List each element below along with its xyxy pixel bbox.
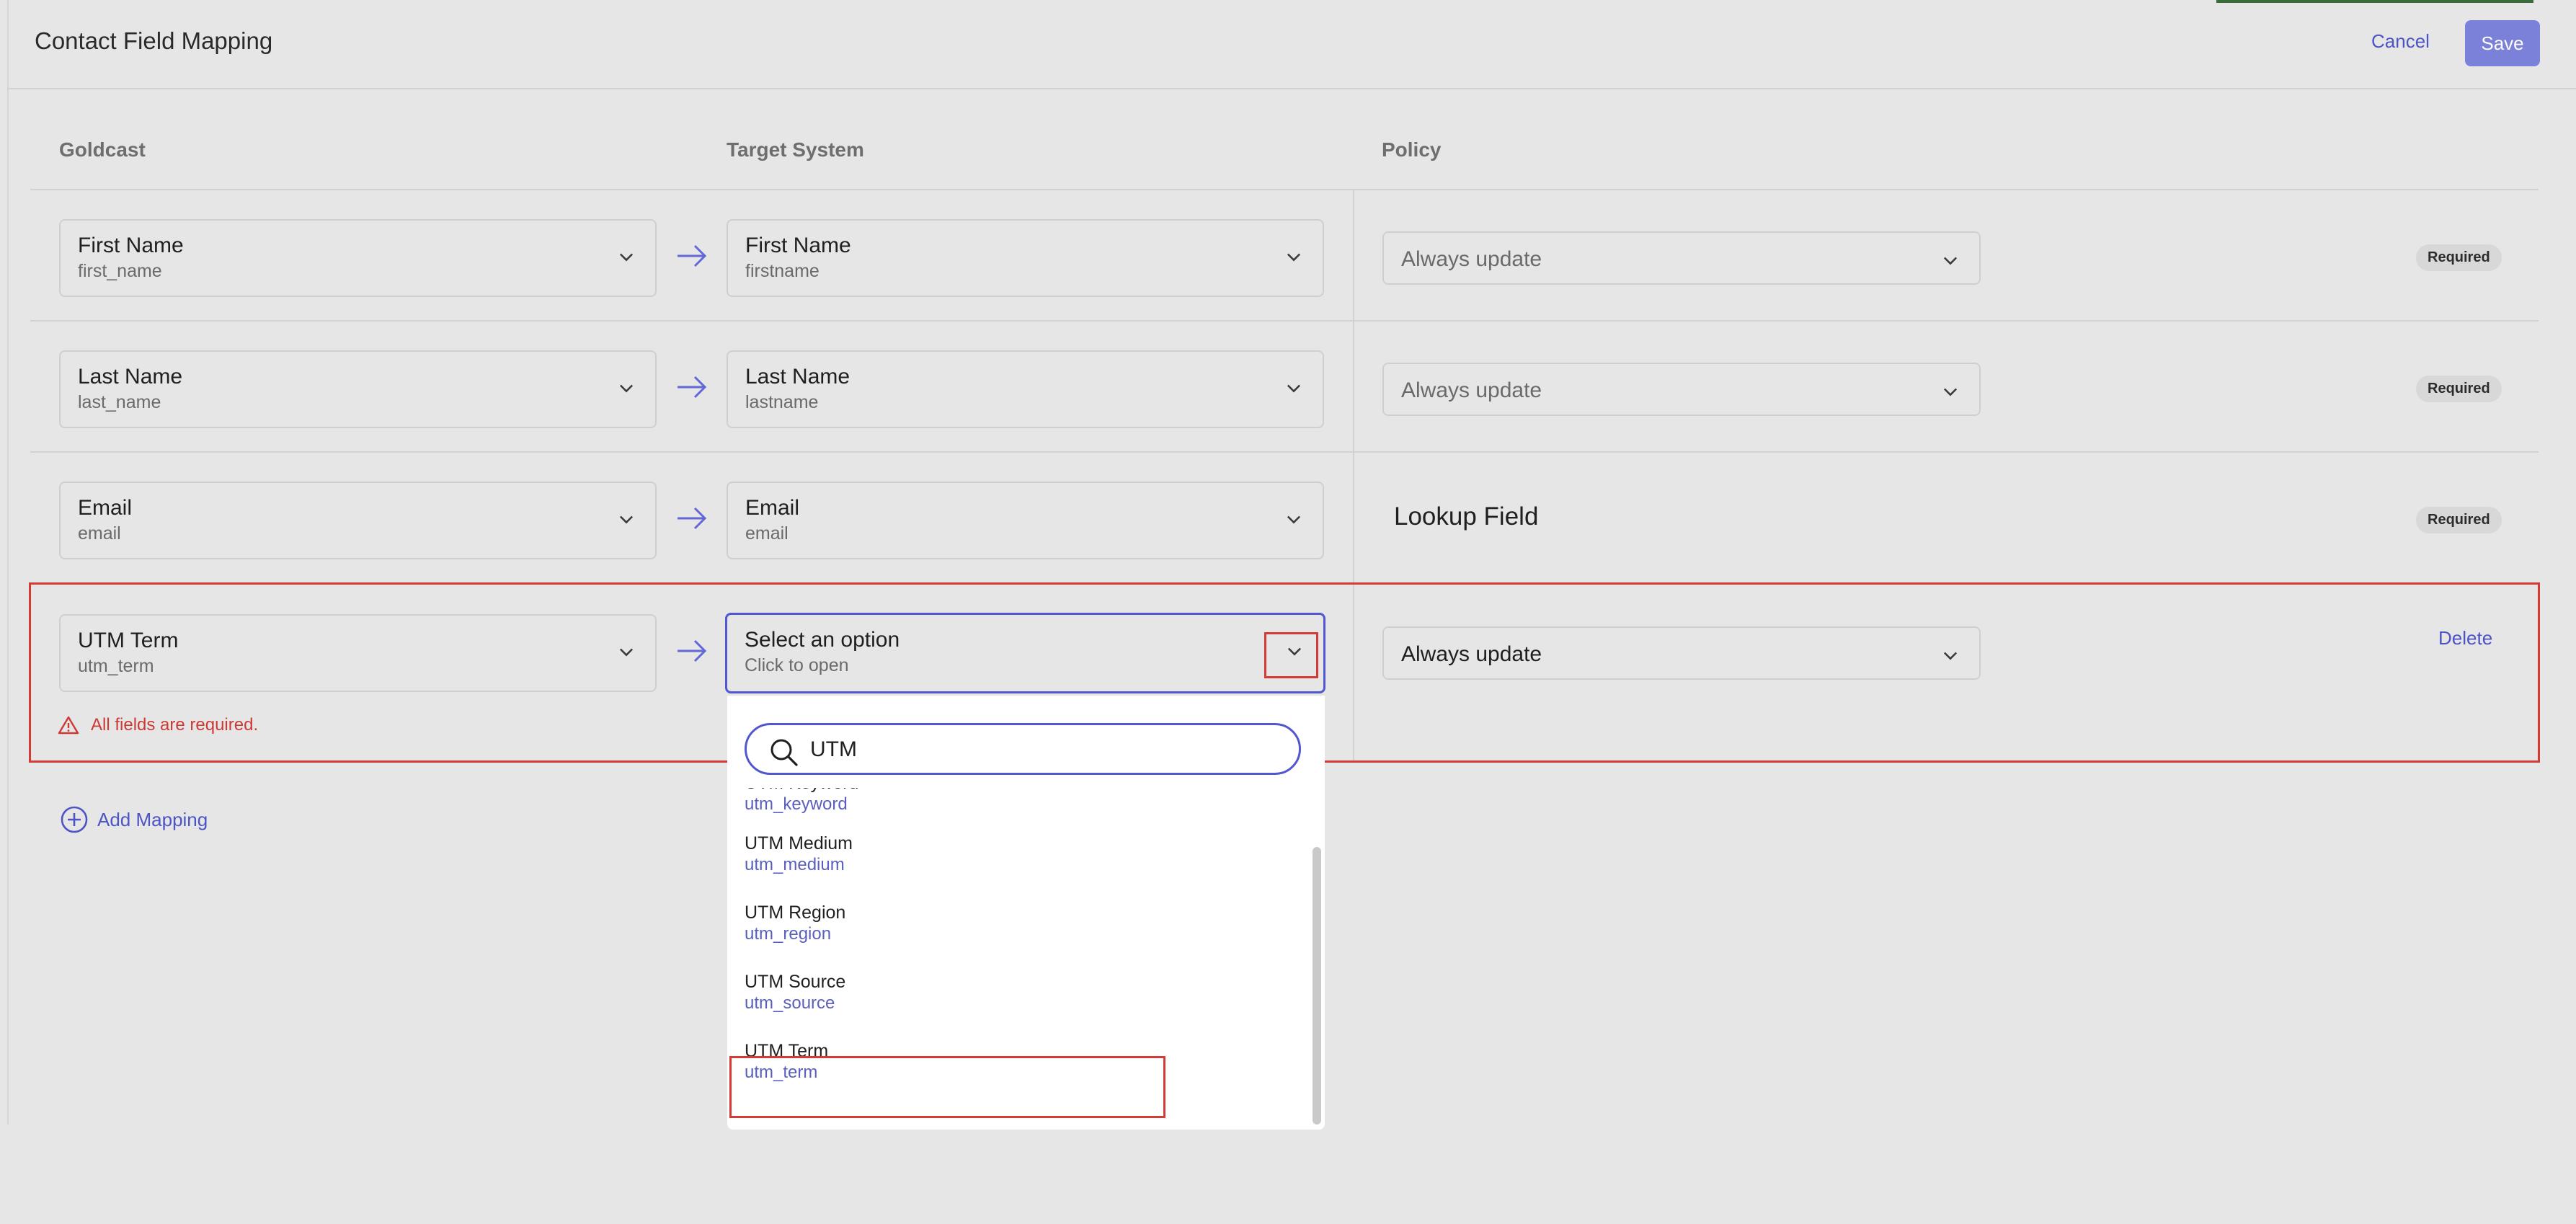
dropdown-search-box[interactable] [745, 723, 1301, 775]
cancel-button[interactable]: Cancel [2371, 30, 2430, 53]
row-divider [30, 451, 2539, 453]
dropdown-option[interactable]: UTM Region utm_region [745, 902, 845, 945]
required-badge: Required [2416, 376, 2502, 402]
chevron-down-icon [1943, 652, 1958, 660]
option-value: utm_keyword [745, 794, 848, 814]
column-header-target-system: Target System [727, 138, 864, 161]
policy-value: Always update [1401, 378, 1542, 402]
column-header-goldcast: Goldcast [59, 138, 146, 161]
select-value: firstname [745, 261, 820, 281]
chevron-down-icon [619, 253, 634, 262]
select-value: first_name [78, 261, 162, 281]
goldcast-field-select[interactable]: UTM Term utm_term [59, 614, 657, 692]
option-label: UTM Keyword [745, 788, 858, 794]
arrow-right-icon [678, 639, 707, 662]
select-value: lastname [745, 392, 819, 412]
select-label: Last Name [745, 365, 850, 389]
select-value: utm_term [78, 656, 154, 676]
error-message: All fields are required. [91, 715, 259, 735]
select-label: Email [745, 496, 800, 520]
chevron-down-icon [1943, 388, 1958, 396]
target-field-select-open[interactable]: Select an option Click to open [725, 613, 1325, 693]
target-field-select[interactable]: Last Name lastname [727, 350, 1324, 428]
add-mapping-button[interactable]: Add Mapping [97, 809, 208, 831]
target-field-select[interactable]: Email email [727, 482, 1324, 559]
chevron-down-icon [1287, 253, 1301, 262]
page-title: Contact Field Mapping [35, 27, 273, 54]
arrow-right-icon [678, 376, 707, 399]
policy-select[interactable]: Always update [1382, 363, 1981, 416]
option-value: utm_region [745, 924, 832, 944]
row-divider [30, 320, 2539, 321]
page-bottom-area [7, 1125, 2576, 1224]
policy-value: Always update [1401, 642, 1542, 666]
required-badge: Required [2416, 507, 2502, 533]
select-value: email [745, 523, 789, 544]
dropdown-option[interactable]: UTM Source utm_source [745, 971, 845, 1014]
option-value: utm_source [745, 993, 835, 1013]
goldcast-field-select[interactable]: First Name first_name [59, 219, 657, 297]
warning-icon [58, 716, 79, 735]
arrow-right-icon [678, 507, 707, 530]
option-label: UTM Region [745, 903, 846, 923]
dropdown-scrollbar[interactable] [1313, 847, 1321, 1125]
dropdown-option[interactable]: UTM Medium utm_medium [745, 833, 853, 876]
lookup-field-label: Lookup Field [1394, 502, 1539, 531]
select-label: First Name [745, 234, 851, 257]
arrow-right-icon [678, 244, 707, 267]
select-hint: Click to open [745, 655, 849, 675]
required-badge: Required [2416, 244, 2502, 271]
policy-select[interactable]: Always update [1382, 626, 1981, 680]
dropdown-search-input[interactable] [810, 735, 1271, 764]
option-label: UTM Source [745, 972, 846, 992]
panel-left-border [7, 0, 9, 1224]
save-button[interactable]: Save [2465, 20, 2540, 66]
search-icon [770, 739, 798, 766]
select-label: Last Name [78, 365, 183, 389]
goldcast-field-select[interactable]: Email email [59, 482, 657, 559]
select-placeholder: Select an option [745, 628, 900, 652]
plus-circle-icon[interactable] [60, 805, 89, 834]
top-accent-bar [2216, 0, 2533, 3]
select-value: last_name [78, 392, 161, 412]
goldcast-field-select[interactable]: Last Name last_name [59, 350, 657, 428]
option-label: UTM Medium [745, 833, 853, 853]
policy-select[interactable]: Always update [1382, 231, 1981, 285]
chevron-down-icon [1943, 257, 1958, 265]
column-header-policy: Policy [1382, 138, 1442, 161]
chevron-down-icon [619, 384, 634, 393]
policy-value: Always update [1401, 247, 1542, 271]
select-label: Email [78, 496, 133, 520]
chevron-down-icon [1287, 384, 1301, 393]
chevron-down-icon [1287, 515, 1301, 524]
option-value: utm_medium [745, 855, 845, 874]
target-field-select[interactable]: First Name firstname [727, 219, 1324, 297]
chevron-down-icon [619, 515, 634, 524]
delete-mapping-button[interactable]: Delete [2438, 627, 2492, 649]
row-divider [30, 189, 2539, 190]
chevron-highlight-box [1264, 632, 1318, 678]
select-label: UTM Term [78, 629, 179, 652]
select-value: email [78, 523, 121, 544]
option-highlight-box [729, 1056, 1165, 1118]
header-divider [7, 88, 2576, 89]
chevron-down-icon [619, 648, 634, 657]
select-label: First Name [78, 234, 184, 257]
dropdown-option[interactable]: UTM Keyword utm_keyword [745, 788, 858, 815]
